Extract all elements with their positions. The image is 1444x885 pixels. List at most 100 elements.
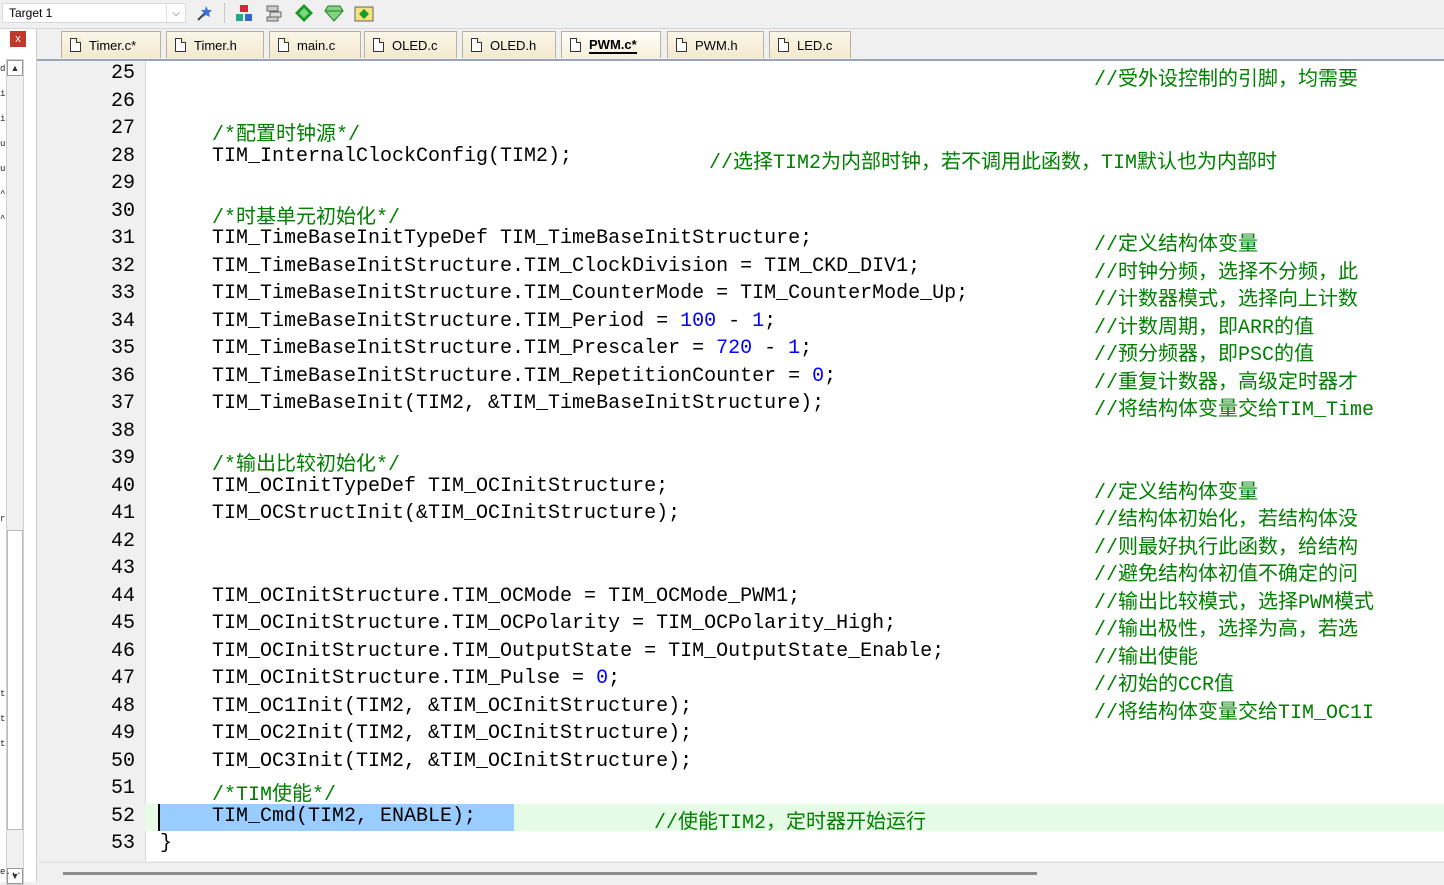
code-editor[interactable]: 25 //受外设控制的引脚，均需要 26 27 /*配置时钟源*/ 28 TIM… (39, 61, 1444, 861)
code-line[interactable]: 30 /*时基单元初始化*/ (39, 199, 1444, 230)
code-text: TIM_TimeBaseInitStructure.TIM_CounterMod… (212, 282, 969, 305)
line-number: 53 (110, 832, 135, 855)
horizontal-scrollbar[interactable] (39, 862, 1444, 883)
code-line[interactable]: 44 TIM_OCInitStructure.TIM_OCMode = TIM_… (39, 584, 1444, 615)
tree-item-fragment[interactable]: d (0, 64, 5, 74)
code-line[interactable]: 31 TIM_TimeBaseInitTypeDef TIM_TimeBaseI… (39, 226, 1444, 257)
tree-item-fragment[interactable]: u (0, 139, 5, 149)
code-line[interactable]: 32 TIM_TimeBaseInitStructure.TIM_ClockDi… (39, 254, 1444, 285)
scroll-thumb[interactable] (63, 872, 1037, 875)
manage-components-icon[interactable] (233, 2, 255, 24)
scroll-thumb[interactable] (7, 530, 23, 830)
options-for-target-icon[interactable] (194, 2, 216, 24)
line-number: 40 (110, 474, 135, 498)
tab-label: OLED.h (490, 37, 537, 53)
code-comment: //计数周期，即ARR的值 (1094, 316, 1315, 340)
line-number: 45 (110, 612, 135, 635)
tab-main-c[interactable]: main.c (269, 31, 361, 58)
code-line[interactable]: 51 /*TIM使能*/ (39, 776, 1444, 807)
file-icon (570, 38, 581, 52)
chevron-down-icon[interactable]: ⌵ (166, 4, 185, 22)
line-number: 25 (110, 62, 135, 85)
code-line[interactable]: 29 (39, 171, 1444, 198)
pack-installer-icon[interactable] (323, 2, 345, 24)
code-line[interactable]: 34 TIM_TimeBaseInitStructure.TIM_Period … (39, 309, 1444, 340)
tree-item-fragment[interactable]: t (0, 714, 5, 724)
tab-led-c[interactable]: LED.c (769, 31, 851, 58)
project-panel: x ▲ ▼ d i i u u ^ ^ r t t t e... (0, 29, 37, 885)
line-number: 26 (110, 89, 135, 113)
tree-item-fragment[interactable]: i (0, 114, 5, 124)
number-literal: 0 (596, 667, 609, 690)
tab-pwm-c[interactable]: PWM.c* (561, 31, 661, 58)
code-text: TIM_OCStructInit(&TIM_OCInitStructure); (212, 502, 681, 525)
code-comment: //初始的CCR值 (1094, 674, 1235, 697)
tab-label: OLED.c (392, 37, 438, 53)
current-code-line[interactable]: 52 TIM_Cmd(TIM2, ENABLE); //使能TIM2，定时器开始… (39, 803, 1444, 835)
tab-oled-c[interactable]: OLED.c (364, 31, 457, 58)
code-line[interactable]: 42 //则最好执行此函数，给结构 (39, 529, 1444, 560)
code-line[interactable]: 38 (39, 419, 1444, 446)
tab-timer-h[interactable]: Timer.h (166, 31, 264, 58)
line-number: 49 (110, 722, 135, 745)
code-comment: //重复计数器，高级定时器才 (1094, 371, 1359, 395)
tree-item-fragment[interactable]: e... (0, 867, 22, 877)
code-line[interactable]: 36 TIM_TimeBaseInitStructure.TIM_Repetit… (39, 364, 1444, 395)
target-select[interactable]: Target 1 ⌵ (2, 3, 186, 23)
rte-config-icon[interactable] (353, 2, 375, 24)
line-number: 31 (110, 227, 135, 250)
code-comment: //定义结构体变量 (1094, 481, 1259, 505)
code-comment: //使能TIM2，定时器开始运行 (654, 811, 927, 835)
code-line[interactable]: 43 //避免结构体初值不确定的问 (39, 556, 1444, 587)
code-line[interactable]: 50 TIM_OC3Init(TIM2, &TIM_OCInitStructur… (39, 749, 1444, 776)
code-comment: //输出使能 (1094, 646, 1199, 670)
close-icon[interactable]: x (10, 31, 26, 47)
code-line[interactable]: 39 /*输出比较初始化*/ (39, 446, 1444, 477)
tree-item-fragment[interactable]: u (0, 164, 5, 174)
code-line[interactable]: 28 TIM_InternalClockConfig(TIM2); //选择TI… (39, 144, 1444, 175)
tab-label: Timer.h (194, 37, 237, 53)
code-line[interactable]: 26 (39, 89, 1444, 116)
code-line[interactable]: 25 //受外设控制的引脚，均需要 (39, 61, 1444, 92)
line-number: 41 (110, 502, 135, 525)
tab-timer-c[interactable]: Timer.c* (61, 31, 161, 58)
code-comment: //受外设控制的引脚，均需要 (1094, 69, 1359, 92)
code-text: TIM_OCInitStructure.TIM_OCPolarity = TIM… (212, 612, 897, 635)
code-line[interactable]: 35 TIM_TimeBaseInitStructure.TIM_Prescal… (39, 336, 1444, 367)
code-line[interactable]: 40 TIM_OCInitTypeDef TIM_OCInitStructure… (39, 474, 1444, 505)
code-text: TIM_OCInitStructure.TIM_OutputState = TI… (212, 639, 945, 663)
tab-label: Timer.c* (89, 37, 137, 53)
file-extensions-icon[interactable] (263, 2, 285, 24)
tree-item-fragment[interactable]: i (0, 89, 5, 99)
tree-item-fragment[interactable]: ^ (0, 214, 5, 224)
tree-item-fragment[interactable]: ^ (0, 189, 5, 199)
code-line[interactable]: 33 TIM_TimeBaseInitStructure.TIM_Counter… (39, 281, 1444, 312)
code-line[interactable]: 48 TIM_OC1Init(TIM2, &TIM_OCInitStructur… (39, 694, 1444, 725)
scroll-up-icon[interactable]: ▲ (7, 60, 23, 76)
select-packs-icon[interactable] (293, 2, 315, 24)
code-text: TIM_OC2Init(TIM2, &TIM_OCInitStructure); (212, 722, 693, 745)
tab-pwm-h[interactable]: PWM.h (667, 31, 764, 58)
line-number: 27 (110, 117, 135, 140)
code-line[interactable]: 47 TIM_OCInitStructure.TIM_Pulse = 0; //… (39, 666, 1444, 697)
line-number: 28 (110, 144, 135, 168)
file-icon (471, 38, 482, 52)
tree-item-fragment[interactable]: t (0, 739, 5, 749)
code-comment: //避免结构体初值不确定的问 (1094, 564, 1359, 587)
line-number: 36 (110, 364, 135, 388)
code-line[interactable]: 45 TIM_OCInitStructure.TIM_OCPolarity = … (39, 611, 1444, 642)
code-line[interactable]: 49 TIM_OC2Init(TIM2, &TIM_OCInitStructur… (39, 721, 1444, 748)
project-panel-scrollbar[interactable]: ▲ ▼ (6, 59, 24, 885)
code-comment: //则最好执行此函数，给结构 (1094, 536, 1359, 560)
tab-oled-h[interactable]: OLED.h (462, 31, 556, 58)
code-line[interactable]: 53 } (39, 831, 1444, 858)
code-text: TIM_TimeBaseInitStructure.TIM_ClockDivis… (212, 254, 921, 278)
code-line[interactable]: 46 TIM_OCInitStructure.TIM_OutputState =… (39, 639, 1444, 670)
code-comment: //将结构体变量交给TIM_OC1I (1094, 701, 1375, 725)
file-icon (373, 38, 384, 52)
code-line[interactable]: 27 /*配置时钟源*/ (39, 116, 1444, 147)
code-line[interactable]: 37 TIM_TimeBaseInit(TIM2, &TIM_TimeBaseI… (39, 391, 1444, 422)
tree-item-fragment[interactable]: t (0, 689, 5, 699)
code-line[interactable]: 41 TIM_OCStructInit(&TIM_OCInitStructure… (39, 501, 1444, 532)
tree-item-fragment[interactable]: r (0, 514, 5, 524)
